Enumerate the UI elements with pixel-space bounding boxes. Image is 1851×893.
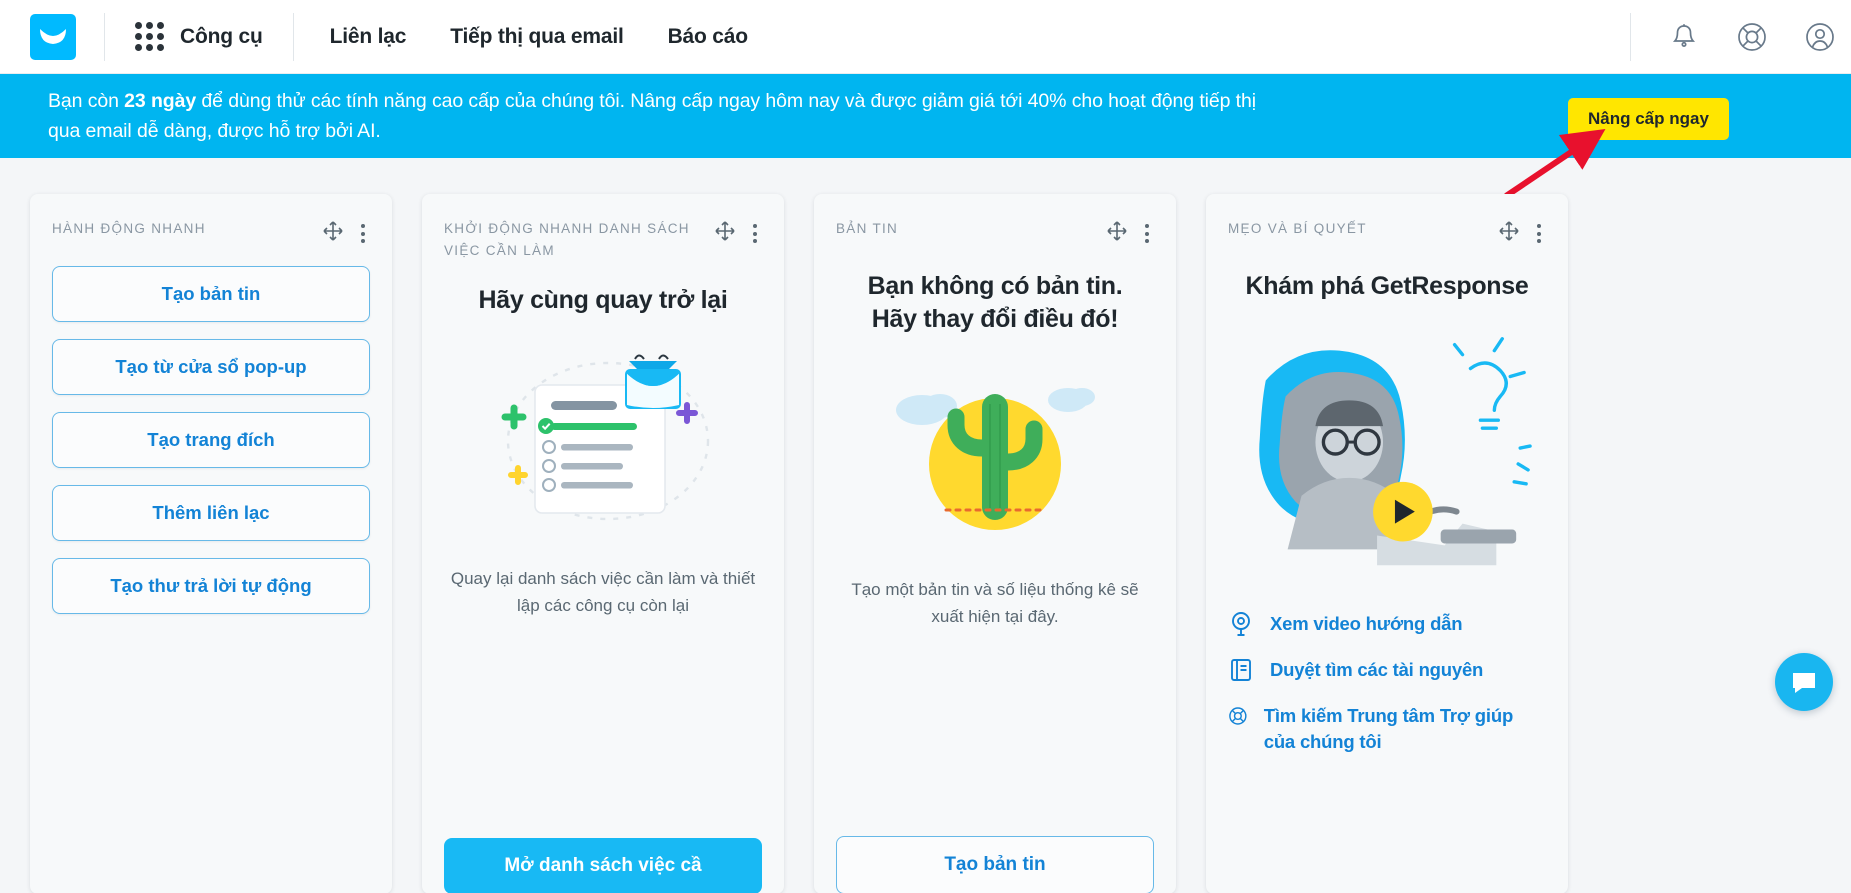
newsletter-title: Bạn không có bản tin. Hãy thay đổi điều … [836, 270, 1154, 336]
card-quick-actions: HÀNH ĐỘNG NHANH Tạo bản tin Tạo từ cửa s… [30, 194, 392, 893]
add-contact-button[interactable]: Thêm liên lạc [52, 485, 370, 541]
tools-menu-button[interactable]: Công cụ [105, 22, 293, 51]
lifebuoy-help-icon [1229, 707, 1247, 725]
tip-link-browse-resources[interactable]: Duyệt tìm các tài nguyên [1228, 657, 1546, 683]
tip-link-label: Duyệt tìm các tài nguyên [1270, 659, 1484, 680]
account-avatar-icon[interactable] [1799, 16, 1841, 58]
tip-link-label: Tìm kiếm Trung tâm Trợ giúp của chúng tô… [1263, 705, 1514, 752]
help-lifebuoy-icon[interactable] [1731, 16, 1773, 58]
create-newsletter-cta[interactable]: Tạo bản tin [836, 836, 1154, 893]
dashboard-main: HÀNH ĐỘNG NHANH Tạo bản tin Tạo từ cửa s… [0, 158, 1851, 893]
getresponse-envelope-logo [30, 13, 76, 60]
create-newsletter-button[interactable]: Tạo bản tin [52, 266, 370, 322]
open-todo-list-button[interactable]: Mở danh sách việc cầ [444, 838, 762, 893]
banner-days-remaining: 23 ngày [124, 90, 197, 112]
primary-nav: Liên lạc Tiếp thị qua email Báo cáo [294, 25, 748, 49]
drag-move-icon[interactable] [1106, 220, 1128, 247]
quickstart-title: Hãy cùng quay trở lại [478, 286, 728, 314]
tips-links: Xem video hướng dẫn Duyệt tìm các tài ng… [1228, 611, 1546, 755]
tip-link-help-center[interactable]: Tìm kiếm Trung tâm Trợ giúp của chúng tô… [1228, 703, 1546, 755]
quickstart-description: Quay lại danh sách việc cần làm và thiết… [450, 569, 756, 615]
banner-text-before: Bạn còn [48, 90, 125, 112]
video-target-icon [1232, 612, 1250, 636]
card-newsletter: BẢN TIN Bạn không có bản tin. Hãy thay đ… [814, 194, 1176, 893]
newsletter-title-line2: Hãy thay đổi điều đó! [871, 305, 1119, 333]
tip-link-watch-video[interactable]: Xem video hướng dẫn [1228, 611, 1546, 637]
card-header: KHỞI ĐỘNG NHANH DANH SÁCH VIỆC CẦN LÀM [444, 218, 762, 262]
drag-move-icon[interactable] [1498, 220, 1520, 247]
card-eyebrow-quickstart: KHỞI ĐỘNG NHANH DANH SÁCH VIỆC CẦN LÀM [444, 221, 690, 258]
card-eyebrow-tips: MẸO VÀ BÍ QUYẾT [1228, 221, 1367, 236]
video-thumbnail[interactable] [1228, 319, 1546, 589]
drag-move-icon[interactable] [714, 220, 736, 247]
newsletter-description: Tạo một bản tin và số liệu thống kê sẽ x… [851, 580, 1139, 626]
card-header: BẢN TIN [836, 218, 1154, 248]
app-header: Công cụ Liên lạc Tiếp thị qua email Báo … [0, 0, 1851, 74]
nav-reports[interactable]: Báo cáo [668, 25, 748, 49]
newsletter-title-line1: Bạn không có bản tin. [867, 272, 1123, 300]
tools-label: Công cụ [180, 24, 263, 48]
upgrade-now-button[interactable]: Nâng cấp ngay [1568, 98, 1729, 140]
header-divider-actions [1630, 12, 1631, 61]
card-menu-icon[interactable] [1532, 222, 1546, 245]
chat-widget-button[interactable] [1775, 653, 1833, 711]
create-popup-button[interactable]: Tạo từ cửa sổ pop-up [52, 339, 370, 395]
card-tools [714, 218, 762, 247]
card-footer: Mở danh sách việc cầ [444, 838, 762, 893]
drag-move-icon[interactable] [322, 220, 344, 247]
cactus-empty-illustration [836, 336, 1154, 568]
card-header: HÀNH ĐỘNG NHANH [52, 218, 370, 248]
quick-action-buttons: Tạo bản tin Tạo từ cửa sổ pop-up Tạo tra… [52, 266, 370, 631]
card-tools [1498, 218, 1546, 247]
header-actions [1630, 0, 1851, 73]
notification-bell-icon[interactable] [1663, 16, 1705, 58]
tips-title: Khám phá GetResponse [1245, 272, 1529, 300]
card-eyebrow-newsletter: BẢN TIN [836, 221, 899, 236]
trial-upgrade-banner: Bạn còn 23 ngày để dùng thử các tính năn… [0, 74, 1851, 158]
card-menu-icon[interactable] [748, 222, 762, 245]
card-eyebrow-quick-actions: HÀNH ĐỘNG NHANH [52, 221, 206, 236]
create-autoresponder-button[interactable]: Tạo thư trả lời tự động [52, 558, 370, 614]
todo-list-illustration [444, 333, 762, 543]
tip-link-label: Xem video hướng dẫn [1270, 613, 1463, 634]
create-landing-page-button[interactable]: Tạo trang đích [52, 412, 370, 468]
nav-email-marketing[interactable]: Tiếp thị qua email [450, 25, 624, 49]
card-header: MẸO VÀ BÍ QUYẾT [1228, 218, 1546, 248]
card-menu-icon[interactable] [1140, 222, 1154, 245]
card-footer: Tạo bản tin [836, 836, 1154, 893]
card-menu-icon[interactable] [356, 222, 370, 245]
nav-contacts[interactable]: Liên lạc [330, 25, 407, 49]
logo-link[interactable] [0, 13, 104, 60]
banner-message: Bạn còn 23 ngày để dùng thử các tính năn… [48, 86, 1293, 146]
card-tips-and-tricks: MẸO VÀ BÍ QUYẾT Khám phá GetResponse Xem… [1206, 194, 1568, 893]
card-quickstart-todo: KHỞI ĐỘNG NHANH DANH SÁCH VIỆC CẦN LÀM H… [422, 194, 784, 893]
chat-bubble-icon [1793, 673, 1815, 693]
card-tools [1106, 218, 1154, 247]
card-tools [322, 218, 370, 247]
banner-text-after: để dùng thử các tính năng cao cấp của ch… [48, 90, 1256, 142]
book-resources-icon [1231, 659, 1251, 681]
grid-apps-icon [135, 22, 164, 51]
